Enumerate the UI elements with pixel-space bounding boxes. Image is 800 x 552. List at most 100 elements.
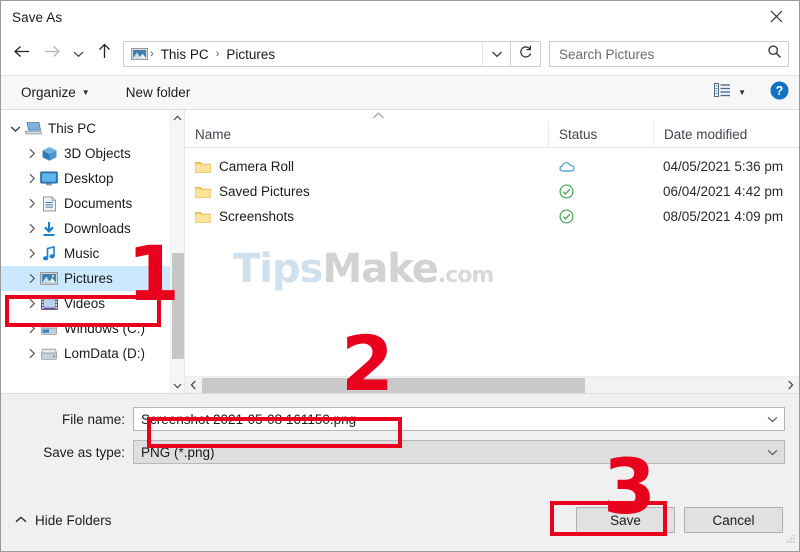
file-row[interactable]: Saved Pictures 06/04/2021 4:42 pm bbox=[185, 179, 799, 204]
pictures-icon bbox=[40, 271, 58, 286]
search-input[interactable]: Search Pictures bbox=[550, 47, 760, 62]
column-header-name[interactable]: Name bbox=[185, 121, 548, 148]
window-title: Save As bbox=[12, 9, 63, 25]
sidebar-item-downloads[interactable]: Downloads bbox=[1, 216, 170, 241]
sidebar-item-desktop[interactable]: Desktop bbox=[1, 166, 170, 191]
file-list-horizontal-scrollbar[interactable] bbox=[185, 376, 799, 393]
system-drive-icon bbox=[40, 322, 58, 336]
save-as-type-dropdown-button[interactable] bbox=[760, 449, 784, 456]
sidebar-item-music[interactable]: Music bbox=[1, 241, 170, 266]
organize-button[interactable]: Organize ▼ bbox=[15, 82, 96, 103]
save-as-dialog: Save As › This PC › Pictures Search Pict… bbox=[0, 0, 800, 552]
scroll-right-button[interactable] bbox=[782, 377, 799, 394]
back-button[interactable] bbox=[7, 39, 37, 69]
breadcrumb-separator: › bbox=[150, 48, 154, 60]
column-header-date-modified[interactable]: Date modified bbox=[653, 120, 799, 148]
chevron-up-icon bbox=[15, 515, 27, 525]
music-icon bbox=[42, 245, 56, 262]
hide-folders-button[interactable]: Hide Folders bbox=[15, 513, 112, 528]
expander-chevron-right-icon[interactable] bbox=[23, 348, 40, 359]
column-header-status[interactable]: Status bbox=[548, 120, 653, 148]
expander-chevron-right-icon[interactable] bbox=[23, 198, 40, 209]
expander-chevron-right-icon[interactable] bbox=[23, 298, 40, 309]
expander-chevron-right-icon[interactable] bbox=[23, 323, 40, 334]
sidebar-item-label: Desktop bbox=[64, 171, 114, 186]
sidebar-item-label: This PC bbox=[48, 121, 97, 136]
close-button[interactable] bbox=[753, 1, 799, 32]
file-status-cell bbox=[548, 184, 653, 199]
arrow-up-icon bbox=[97, 43, 112, 65]
chevron-right-icon bbox=[28, 348, 36, 359]
save-as-type-combobox[interactable]: PNG (*.png) bbox=[133, 440, 785, 464]
up-one-level-button[interactable] bbox=[89, 39, 119, 69]
file-name-combobox[interactable]: Screenshot 2021-05-08 161150.png bbox=[133, 407, 785, 431]
file-row[interactable]: Screenshots 08/05/2021 4:09 pm bbox=[185, 204, 799, 229]
address-dropdown-button[interactable] bbox=[482, 42, 510, 66]
cancel-button[interactable]: Cancel bbox=[684, 507, 783, 533]
breadcrumb-pictures[interactable]: Pictures bbox=[221, 47, 280, 62]
sidebar-item-pictures[interactable]: Pictures bbox=[1, 266, 170, 291]
help-button[interactable]: ? bbox=[770, 81, 789, 105]
downloads-icon bbox=[40, 221, 58, 237]
expander-chevron-right-icon[interactable] bbox=[23, 223, 40, 234]
check-circle-icon bbox=[559, 209, 574, 224]
close-icon bbox=[770, 10, 783, 23]
folder-icon bbox=[195, 210, 211, 224]
videos-icon bbox=[40, 296, 58, 311]
pictures-icon bbox=[40, 271, 58, 286]
view-layout-icon bbox=[714, 82, 731, 103]
folder-tree: This PC 3D Objects Desktop Documents Dow… bbox=[1, 110, 170, 393]
address-bar[interactable]: › This PC › Pictures bbox=[123, 41, 511, 67]
file-name-input[interactable]: Screenshot 2021-05-08 161150.png bbox=[134, 412, 760, 427]
resize-grip-icon[interactable] bbox=[785, 531, 796, 549]
desktop-icon bbox=[40, 171, 58, 186]
expander-chevron-right-icon[interactable] bbox=[23, 173, 40, 184]
horizontal-scroll-thumb[interactable] bbox=[202, 377, 585, 393]
new-folder-button[interactable]: New folder bbox=[120, 82, 197, 103]
sidebar-item-label: Music bbox=[64, 246, 100, 261]
sidebar-scrollbar[interactable] bbox=[170, 110, 184, 393]
chevron-down-icon bbox=[73, 45, 84, 63]
scroll-down-button[interactable] bbox=[171, 378, 185, 393]
save-as-type-value[interactable]: PNG (*.png) bbox=[134, 445, 760, 460]
save-as-type-row: Save as type: PNG (*.png) bbox=[15, 440, 785, 464]
expander-chevron-down-icon[interactable] bbox=[7, 125, 24, 133]
scroll-up-button[interactable] bbox=[171, 110, 185, 125]
file-name-cell: Camera Roll bbox=[185, 159, 548, 174]
recent-locations-button[interactable] bbox=[67, 39, 89, 69]
pictures-folder-icon bbox=[131, 47, 148, 61]
sidebar-item-lomdata-d[interactable]: LomData (D:) bbox=[1, 341, 170, 366]
refresh-button[interactable] bbox=[511, 41, 541, 67]
expander-chevron-right-icon[interactable] bbox=[23, 273, 40, 284]
save-button[interactable]: Save bbox=[576, 507, 675, 533]
breadcrumb-this-pc[interactable]: This PC bbox=[156, 47, 214, 62]
file-name-dropdown-button[interactable] bbox=[760, 416, 784, 423]
forward-button bbox=[37, 39, 67, 69]
search-box[interactable]: Search Pictures bbox=[549, 41, 789, 67]
sidebar-item-windows-c[interactable]: Windows (C:) bbox=[1, 316, 170, 341]
sidebar-item-3d-objects[interactable]: 3D Objects bbox=[1, 141, 170, 166]
sidebar-item-this-pc[interactable]: This PC bbox=[1, 116, 170, 141]
arrow-left-icon bbox=[13, 44, 31, 64]
file-date-cell: 08/05/2021 4:09 pm bbox=[663, 209, 784, 224]
sidebar-item-documents[interactable]: Documents bbox=[1, 191, 170, 216]
this-pc-icon bbox=[24, 121, 42, 136]
file-row[interactable]: Camera Roll 04/05/2021 5:36 pm bbox=[185, 154, 799, 179]
caret-down-icon[interactable]: ▼ bbox=[738, 88, 746, 97]
file-status-cell bbox=[548, 161, 653, 173]
expander-chevron-right-icon[interactable] bbox=[23, 148, 40, 159]
sidebar-item-label: Downloads bbox=[64, 221, 131, 236]
search-button[interactable] bbox=[760, 44, 788, 64]
music-icon bbox=[40, 245, 58, 262]
file-name-row: File name: Screenshot 2021-05-08 161150.… bbox=[15, 407, 785, 431]
sidebar-scroll-thumb[interactable] bbox=[171, 253, 184, 359]
sidebar-scroll-track[interactable] bbox=[171, 125, 185, 378]
svg-text:?: ? bbox=[776, 84, 784, 98]
column-headers: Name Status Date modified bbox=[185, 120, 799, 148]
hide-folders-label: Hide Folders bbox=[35, 512, 112, 528]
horizontal-scroll-track[interactable] bbox=[202, 377, 782, 394]
change-view-button[interactable]: ▼ bbox=[710, 82, 750, 103]
expander-chevron-right-icon[interactable] bbox=[23, 248, 40, 259]
scroll-left-button[interactable] bbox=[185, 377, 202, 394]
sidebar-item-videos[interactable]: Videos bbox=[1, 291, 170, 316]
